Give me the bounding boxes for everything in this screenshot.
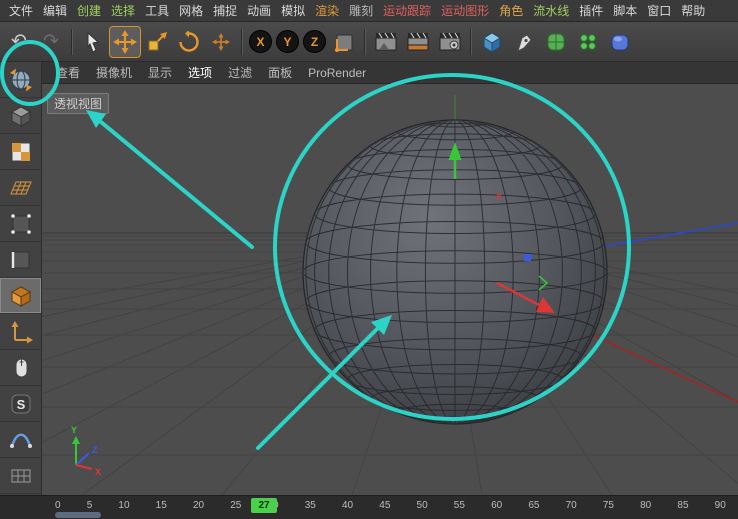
view-menu-prorender[interactable]: ProRender [300, 62, 374, 84]
undo-icon[interactable]: ↶ [4, 27, 34, 57]
y-lock-button[interactable]: Y [276, 30, 299, 53]
workplane-mode-icon[interactable] [0, 170, 41, 206]
menu-character[interactable]: 角色 [494, 0, 528, 22]
timeline-tick: 65 [528, 500, 539, 511]
menu-motion-tracker[interactable]: 运动跟踪 [378, 0, 436, 22]
x-lock-button[interactable]: X [249, 30, 272, 53]
last-used-tool-icon[interactable] [206, 27, 236, 57]
svg-text:Y: Y [71, 425, 77, 435]
view-menu-display[interactable]: 显示 [140, 62, 180, 84]
move-tool-icon[interactable] [110, 27, 140, 57]
menu-file[interactable]: 文件 [4, 0, 38, 22]
menubar: 文件 编辑 创建 选择 工具 网格 捕捉 动画 模拟 渲染 雕刻 运动跟踪 运动… [0, 0, 738, 22]
timeline-tick: 15 [156, 500, 167, 511]
menu-plugins[interactable]: 插件 [574, 0, 608, 22]
view-menu-panel[interactable]: 面板 [260, 62, 300, 84]
coordinate-system-icon[interactable] [329, 27, 359, 57]
scene-canvas[interactable]: X Y Z X [42, 84, 738, 495]
menu-select[interactable]: 选择 [106, 0, 140, 22]
timeline-tick: 55 [454, 500, 465, 511]
timeline-tick: 0 [55, 500, 61, 511]
viewport-label: 透视视图 [47, 93, 109, 114]
menu-snap[interactable]: 捕捉 [208, 0, 242, 22]
timeline-tick: 40 [342, 500, 353, 511]
view-menu-cameras[interactable]: 摄像机 [88, 62, 140, 84]
points-mode-icon[interactable] [0, 206, 41, 242]
axis-orientation-indicator: Y Z X [71, 425, 101, 477]
viewport-solo-icon[interactable] [0, 350, 41, 386]
menu-animate[interactable]: 动画 [242, 0, 276, 22]
view-menu-options[interactable]: 选项 [180, 62, 220, 84]
timeline-tick: 85 [677, 500, 688, 511]
view-menu-filter[interactable]: 过滤 [220, 62, 260, 84]
timeline-tick: 90 [715, 500, 726, 511]
menu-help[interactable]: 帮助 [676, 0, 710, 22]
polygons-mode-icon[interactable] [0, 278, 41, 314]
left-toolbar: S [0, 62, 42, 495]
view-menu-view[interactable]: 查看 [48, 62, 88, 84]
toolbar-separator [241, 29, 243, 55]
model-mode-icon[interactable] [0, 98, 41, 134]
timeline[interactable]: 0 5 10 15 20 25 30 35 40 45 50 55 60 65 … [0, 495, 738, 519]
timeline-tick: 75 [603, 500, 614, 511]
menu-pipeline[interactable]: 流水线 [528, 0, 574, 22]
texture-mode-icon[interactable] [0, 134, 41, 170]
menu-simulate[interactable]: 模拟 [276, 0, 310, 22]
timeline-tick: 50 [417, 500, 428, 511]
menu-mesh[interactable]: 网格 [174, 0, 208, 22]
convert-to-editable-icon[interactable] [0, 62, 41, 98]
render-picture-viewer-icon[interactable] [403, 27, 433, 57]
snap-icon[interactable]: S [0, 386, 41, 422]
timeline-tick: 80 [640, 500, 651, 511]
svg-text:X: X [95, 467, 101, 477]
timeline-tick: 25 [230, 500, 241, 511]
workplane-lock-icon[interactable] [0, 458, 41, 494]
current-frame-marker[interactable]: 27 [251, 498, 277, 513]
timeline-tick: 45 [379, 500, 390, 511]
application-window: 文件 编辑 创建 选择 工具 网格 捕捉 动画 模拟 渲染 雕刻 运动跟踪 运动… [0, 0, 738, 519]
toolbar-separator [71, 29, 73, 55]
timeline-tick: 60 [491, 500, 502, 511]
cube-primitive-icon[interactable] [477, 27, 507, 57]
edges-mode-icon[interactable] [0, 242, 41, 278]
svg-text:Z: Z [92, 445, 98, 455]
render-settings-icon[interactable] [435, 27, 465, 57]
menu-tools[interactable]: 工具 [140, 0, 174, 22]
timeline-scrollbar-handle[interactable] [55, 512, 101, 518]
subdivision-surface-icon[interactable] [541, 27, 571, 57]
timeline-tick: 5 [87, 500, 93, 511]
menu-create[interactable]: 创建 [72, 0, 106, 22]
toolbar-separator [470, 29, 472, 55]
toolbar-separator [364, 29, 366, 55]
modeling-settings-icon[interactable] [0, 422, 41, 458]
timeline-tick: 35 [305, 500, 316, 511]
scale-tool-icon[interactable] [142, 27, 172, 57]
viewport-menubar: 查看 摄像机 显示 选项 过滤 面板 ProRender [42, 62, 738, 84]
timeline-tick: 10 [118, 500, 129, 511]
main-toolbar: ↶ ↷ X Y Z [0, 22, 738, 62]
spline-pen-icon[interactable] [509, 27, 539, 57]
menu-script[interactable]: 脚本 [608, 0, 642, 22]
timeline-tick: 20 [193, 500, 204, 511]
menu-edit[interactable]: 编辑 [38, 0, 72, 22]
menu-window[interactable]: 窗口 [642, 0, 676, 22]
rotate-tool-icon[interactable] [174, 27, 204, 57]
svg-text:S: S [16, 397, 25, 412]
menu-sculpt[interactable]: 雕刻 [344, 0, 378, 22]
simulate-icon[interactable] [605, 27, 635, 57]
enable-axis-icon[interactable] [0, 314, 41, 350]
svg-text:X: X [496, 192, 502, 202]
render-view-icon[interactable] [371, 27, 401, 57]
live-selection-icon[interactable] [78, 27, 108, 57]
timeline-tick: 70 [566, 500, 577, 511]
mograph-icon[interactable] [573, 27, 603, 57]
redo-icon[interactable]: ↷ [36, 27, 66, 57]
menu-render[interactable]: 渲染 [310, 0, 344, 22]
menu-mograph[interactable]: 运动图形 [436, 0, 494, 22]
z-lock-button[interactable]: Z [303, 30, 326, 53]
viewport[interactable]: X Y Z X 透视视图 [42, 84, 738, 495]
timeline-ruler[interactable]: 0 5 10 15 20 25 30 35 40 45 50 55 60 65 … [55, 496, 726, 514]
